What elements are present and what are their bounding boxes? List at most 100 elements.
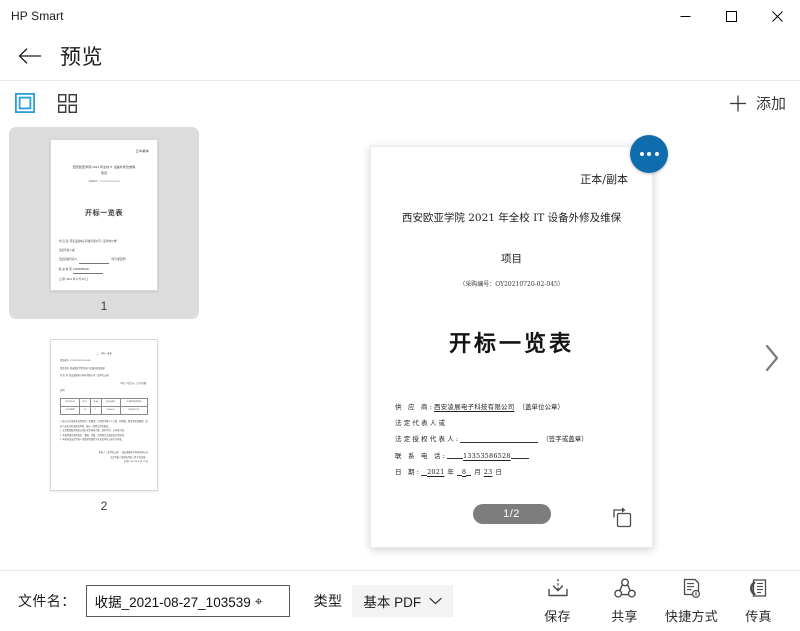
bottom-bar: 文件名： 收据_2021-08-27_103539 ⌖ 类型 基本 PDF 保存: [0, 570, 800, 631]
table-row: IT设备维保 项 1 89000.00 详见投标文件: [60, 406, 149, 416]
doc-copy-mark: 正本/副本: [580, 173, 628, 186]
doc-date-year-unit: 年: [447, 468, 454, 477]
doc-date-day-unit: 日: [495, 468, 502, 477]
close-button[interactable]: [754, 0, 800, 32]
thumbnail-rail[interactable]: 正本/副本 西安欧亚学院 2021 年全校 IT 设备外修及维保 项目 （采购编…: [0, 125, 215, 570]
ellipsis-icon-dot-1: [639, 152, 644, 156]
thumb1-copy-mark: 正本/副本: [135, 149, 149, 153]
type-label: 类型: [313, 593, 343, 609]
shortcut-document-icon: [683, 578, 700, 598]
maximize-button[interactable]: [708, 0, 754, 32]
more-options-button[interactable]: [630, 135, 668, 173]
thumb2-td-3: 89000.00: [100, 406, 121, 416]
share-button-label: 共享: [611, 609, 638, 624]
thumbnail-2-label: 2: [100, 499, 108, 513]
text-cursor-icon: ⌖: [254, 593, 263, 609]
thumb2-line-3: 供 应 商: 西安凌展电子科技有限公司（盖单位公章）: [60, 375, 111, 378]
add-button-label: 添加: [755, 95, 786, 113]
doc-main-title: 开标一览表: [448, 330, 574, 357]
doc-field-authrep-label: 法定授权代表人:: [395, 435, 461, 444]
fax-icon: [749, 579, 766, 597]
thumb2-line-5: 说明:: [60, 390, 65, 393]
doc-field-phone-blank-right: [510, 452, 529, 460]
thumb1-field-3-label: 法定授权代表人:: [59, 257, 78, 261]
minimize-icon: [680, 15, 690, 17]
doc-field-phone-blank-left: [447, 452, 463, 460]
doc-purchase-code: （采购编号：OY20210720-02-045）: [459, 280, 564, 288]
thumbnail-2-content: 二、开标一览表 项目编号: OY20210720-02-045 项目名称: 西安…: [51, 340, 157, 477]
grid-view-button[interactable]: [54, 90, 80, 116]
doc-field-supplier: 供 应 商: 西安凌展电子科技有限公司 （盖单位公章）: [395, 404, 628, 411]
thumb1-field-5: 日 期: 2021 年 8 月 23 日: [59, 277, 88, 281]
filename-input[interactable]: 收据_2021-08-27_103539 ⌖: [85, 585, 290, 617]
add-button[interactable]: 添加: [729, 93, 786, 114]
thumb1-field-3-tail: （签字或盖章）: [109, 257, 128, 261]
thumb2-th-3: 投标总报价: [100, 398, 121, 408]
next-page-button[interactable]: [757, 338, 787, 378]
thumb2-th-2: 数 量: [89, 398, 102, 408]
thumb2-th-0: 序号及名称: [60, 398, 80, 408]
thumb2-sign-3: 日 期: 2021 年 8 月 23 日: [123, 461, 148, 464]
thumb1-field-2: 法定代表人或: [59, 249, 75, 253]
thumb2-line-2: 项目名称: 西安欧亚学院全校IT设备外修及维保: [60, 367, 105, 370]
back-button[interactable]: [6, 36, 54, 76]
action-buttons: 保存 共享 快捷方式 传真: [524, 577, 792, 625]
thumb2-td-0: IT设备维保: [60, 406, 80, 416]
view-mode-toggles: [12, 90, 80, 116]
thumb2-line-4: 单位: 人民币元（大写金额）: [120, 382, 148, 385]
doc-title-line2: 项目: [501, 253, 522, 266]
chevron-right-icon: [765, 344, 779, 372]
fax-button-label: 传真: [745, 609, 772, 624]
save-button[interactable]: 保存: [524, 577, 591, 625]
doc-date-month-unit: 月: [474, 468, 481, 477]
maximize-icon: [725, 10, 737, 22]
doc-field-phone-value: 13353586528: [463, 451, 511, 460]
thumbnail-item-1[interactable]: 正本/副本 西安欧亚学院 2021 年全校 IT 设备外修及维保 项目 （采购编…: [9, 127, 199, 319]
thumbnail-item-2[interactable]: 二、开标一览表 项目编号: OY20210720-02-045 项目名称: 西安…: [9, 327, 199, 519]
doc-field-date: 日 期: 2021 年 8 月 23 日: [395, 469, 628, 476]
doc-field-legalrep: 法定代表人或: [395, 420, 628, 427]
thumb1-main-title: 开标一览表: [85, 208, 123, 217]
fax-button[interactable]: 传真: [725, 577, 792, 625]
thumb1-field-3: 法定授权代表人: （签字或盖章）: [59, 258, 149, 264]
share-icon: [613, 578, 636, 598]
thumbnail-1-label: 1: [100, 299, 108, 313]
thumbnail-page-1: 正本/副本 西安欧亚学院 2021 年全校 IT 设备外修及维保 项目 （采购编…: [50, 139, 158, 291]
filename-value: 收据_2021-08-27_103539: [94, 595, 251, 610]
doc-field-legalrep-label: 法定代表人或: [395, 418, 448, 427]
document-preview[interactable]: 正本/副本 西安欧亚学院 2021 年全校 IT 设备外修及维保 项目 （采购编…: [370, 146, 653, 548]
back-arrow-icon: [18, 48, 41, 64]
single-page-view-button[interactable]: [12, 90, 38, 116]
thumb2-th-1: 单 位: [78, 398, 91, 408]
thumb2-heading: 二、开标一览表: [96, 353, 112, 355]
doc-field-authrep-tail: （签字或盖章）: [542, 435, 588, 444]
main-content: 正本/副本 西安欧亚学院 2021 年全校 IT 设备外修及维保 项目 （采购编…: [0, 125, 800, 570]
shortcut-button[interactable]: 快捷方式: [658, 577, 725, 625]
thumb1-purchase-code: （采购编号：OY20210720-02-045）: [87, 180, 121, 183]
thumb1-title-line2: 项目: [100, 171, 108, 176]
thumbnail-page-2: 二、开标一览表 项目编号: OY20210720-02-045 项目名称: 西安…: [50, 339, 158, 491]
rotate-button[interactable]: [610, 505, 634, 529]
thumb2-td-2: 1: [89, 406, 102, 416]
doc-field-supplier-tail: （盖单位公章）: [518, 402, 564, 411]
table-row: 序号及名称 单 位 数 量 投标总报价 交货期及服务承诺: [60, 398, 149, 408]
thumb2-note-4: 4. 本表须由法定代表人或授权代表签字并加盖单位公章方为有效。: [60, 439, 124, 442]
thumb2-td-1: 项: [78, 406, 91, 416]
close-icon: [771, 10, 783, 22]
file-type-select[interactable]: 基本 PDF: [352, 585, 454, 617]
thumbnail-1-content: 正本/副本 西安欧亚学院 2021 年全校 IT 设备外修及维保 项目 （采购编…: [51, 140, 157, 290]
title-bar: HP Smart: [0, 0, 800, 32]
share-button[interactable]: 共享: [591, 577, 658, 625]
grid-view-icon: [57, 93, 77, 113]
thumb2-table: 序号及名称 单 位 数 量 投标总报价 交货期及服务承诺 IT设备维保 项 1 …: [60, 398, 149, 416]
thumb2-td-4: 详见投标文件: [119, 406, 149, 416]
document-page: 正本/副本 西安欧亚学院 2021 年全校 IT 设备外修及维保 项目 （采购编…: [371, 147, 652, 547]
download-icon: [547, 579, 568, 597]
thumb2-note-1: 1. 报价为完成本项目所需的一切费用，包括但不限于人工费、材料费、税金等全部费用…: [60, 421, 148, 428]
doc-field-supplier-value: 西安凌展电子科技有限公司: [434, 402, 515, 411]
single-page-view-icon: [15, 93, 35, 113]
doc-date-year: 2021: [427, 468, 445, 477]
page-title: 预览: [60, 46, 103, 69]
minimize-button[interactable]: [662, 0, 708, 32]
ellipsis-icon-dot-2: [647, 152, 651, 156]
